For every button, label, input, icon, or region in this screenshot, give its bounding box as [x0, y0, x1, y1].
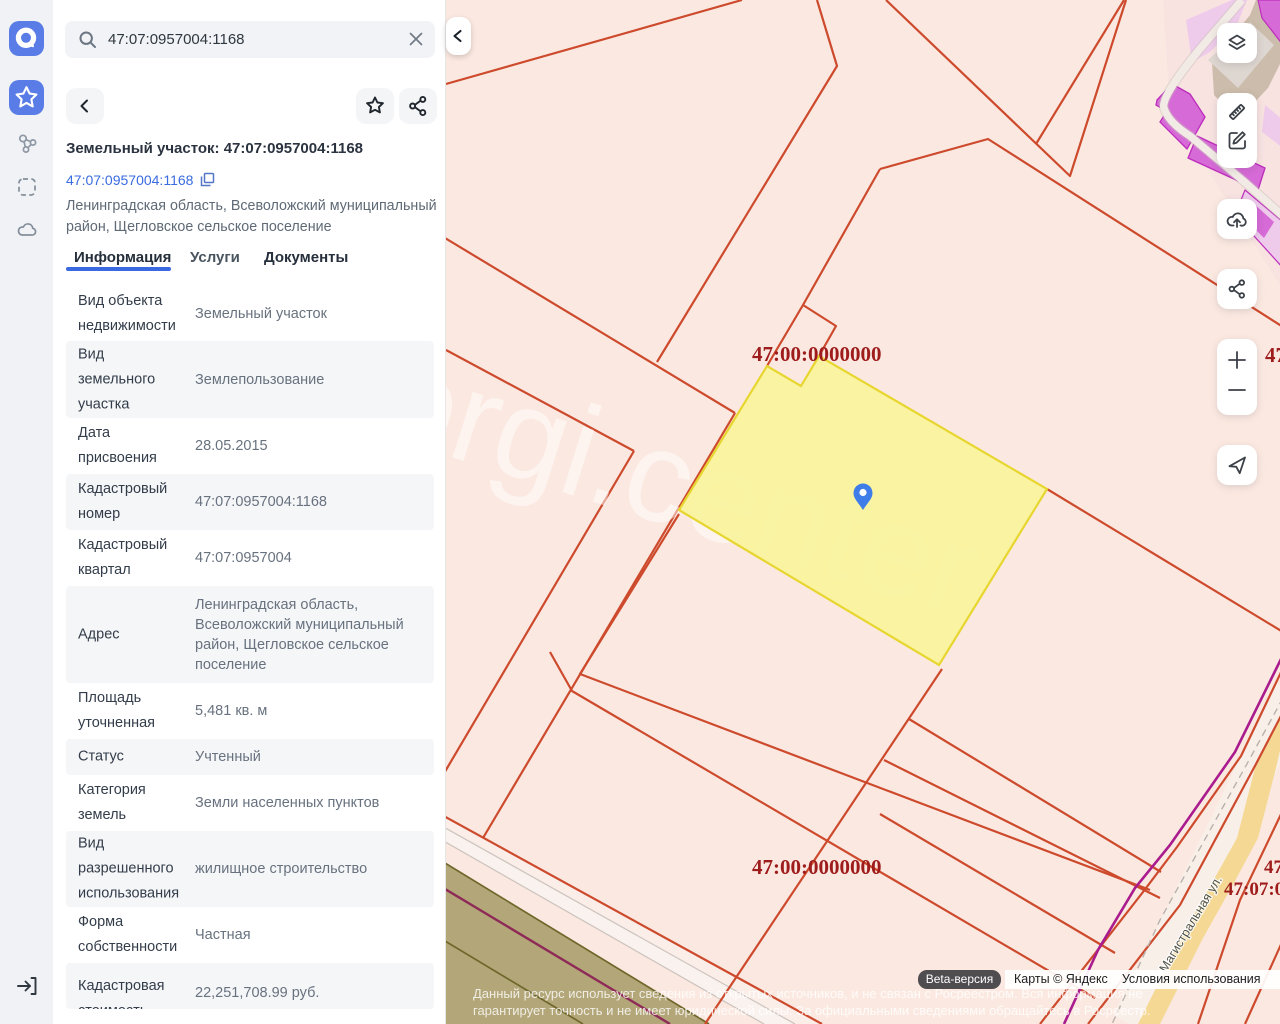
svg-text:47:00:0000000: 47:00:0000000 [1265, 343, 1280, 367]
svg-text:47:07:0000000: 47:07:0000000 [1224, 879, 1280, 900]
svg-text:47:00:0000000: 47:00:0000000 [752, 342, 882, 366]
svg-text:47:00:0000000: 47:00:0000000 [1264, 857, 1280, 878]
svg-text:47:00:0000000: 47:00:0000000 [752, 855, 882, 879]
